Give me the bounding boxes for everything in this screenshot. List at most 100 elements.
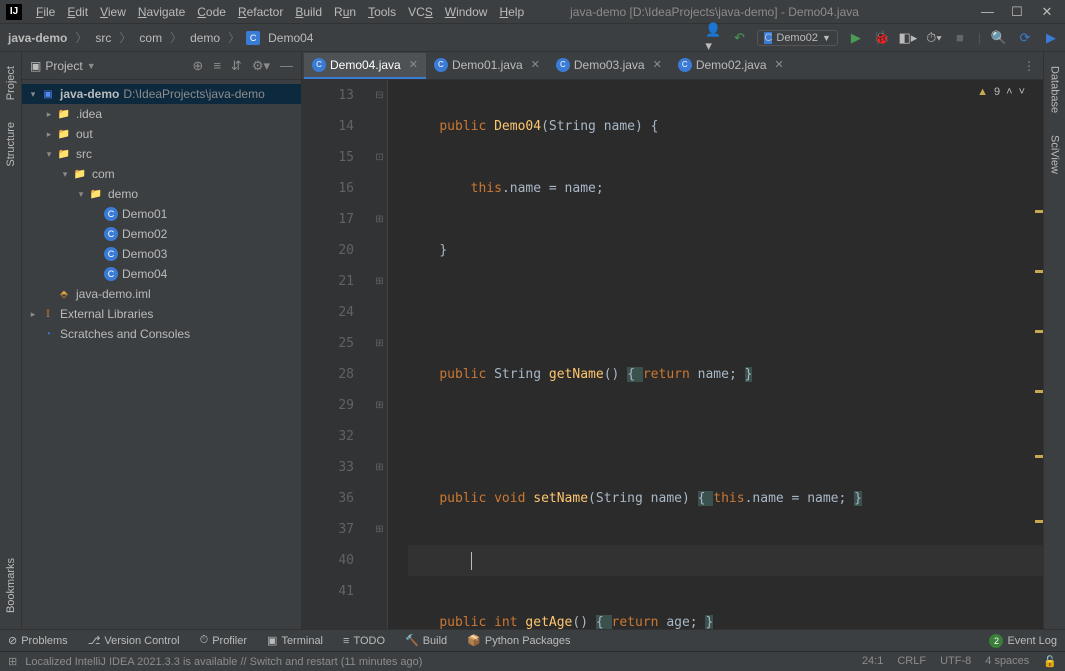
tree-scratches[interactable]: ◔Scratches and Consoles: [22, 324, 301, 344]
close-tab-icon[interactable]: ✕: [531, 58, 540, 71]
menu-edit[interactable]: Edit: [61, 5, 94, 19]
terminal-button[interactable]: ▣Terminal: [267, 634, 323, 647]
tree-class-demo02[interactable]: CDemo02: [22, 224, 301, 244]
maximize-icon[interactable]: ☐: [1011, 4, 1023, 20]
menu-navigate[interactable]: Navigate: [132, 5, 191, 19]
tree-external-libs[interactable]: ▸𝕀External Libraries: [22, 304, 301, 324]
project-tree[interactable]: ▾▣java-demoD:\IdeaProjects\java-demo ▸📁.…: [22, 80, 301, 629]
breadcrumb-demo[interactable]: demo: [188, 31, 222, 45]
settings-gear-icon[interactable]: ⚙▾: [252, 58, 270, 74]
close-icon[interactable]: ✕: [1041, 4, 1053, 20]
add-user-icon[interactable]: 👤▾: [705, 30, 721, 46]
collapse-all-icon[interactable]: ⇵: [231, 58, 242, 74]
menu-file[interactable]: File: [30, 5, 61, 19]
tab-demo02[interactable]: CDemo02.java✕: [670, 53, 792, 79]
line-number: 41: [302, 576, 354, 607]
breadcrumb-src[interactable]: src: [93, 31, 113, 45]
sync-icon[interactable]: ⟳: [1017, 30, 1033, 46]
menu-help[interactable]: Help: [493, 5, 530, 19]
close-tab-icon[interactable]: ✕: [409, 58, 418, 71]
tab-demo03[interactable]: CDemo03.java✕: [548, 53, 670, 79]
expand-all-icon[interactable]: ≡: [213, 58, 221, 74]
search-icon[interactable]: 🔍: [991, 30, 1007, 46]
line-gutter[interactable]: 13 14 15 16 17 20 21 24 25 28 29 32 33 3…: [302, 80, 372, 629]
line-number: 21: [302, 266, 354, 297]
indent-setting[interactable]: 4 spaces: [985, 655, 1029, 668]
database-tool-tab[interactable]: Database: [1047, 60, 1063, 119]
tree-src[interactable]: ▾📁src: [22, 144, 301, 164]
tree-root[interactable]: ▾▣java-demoD:\IdeaProjects\java-demo: [22, 84, 301, 104]
dropdown-icon[interactable]: ▼: [87, 61, 96, 71]
line-number: 20: [302, 235, 354, 266]
line-number: 28: [302, 359, 354, 390]
status-window-icon[interactable]: ⊞: [8, 655, 17, 668]
tree-com[interactable]: ▾📁com: [22, 164, 301, 184]
inspection-widget[interactable]: ▲ 9 ˄ ˅: [977, 86, 1025, 98]
class-icon: C: [104, 207, 118, 221]
run-icon[interactable]: ▶: [848, 30, 864, 46]
vcs-button[interactable]: ⎇Version Control: [88, 634, 180, 647]
caret-position[interactable]: 24:1: [862, 655, 883, 668]
breadcrumb-file[interactable]: Demo04: [266, 31, 315, 45]
sciview-tool-tab[interactable]: SciView: [1047, 129, 1063, 180]
tree-class-demo03[interactable]: CDemo03: [22, 244, 301, 264]
tree-class-demo01[interactable]: CDemo01: [22, 204, 301, 224]
bookmarks-tool-tab[interactable]: Bookmarks: [3, 552, 19, 619]
code-text[interactable]: public Demo04(String name) { this.name =…: [388, 80, 1043, 629]
tab-options-icon[interactable]: ⋮: [1023, 59, 1043, 73]
hide-panel-icon[interactable]: ―: [280, 58, 293, 74]
breadcrumb[interactable]: java-demo 〉 src 〉 com 〉 demo 〉 C Demo04: [6, 29, 315, 46]
menu-vcs[interactable]: VCS: [402, 5, 439, 19]
error-stripe[interactable]: [1035, 80, 1043, 629]
code-token: int: [494, 615, 525, 629]
chevron-up-icon[interactable]: ˄: [1006, 86, 1012, 98]
profiler-icon[interactable]: ⏱▾: [926, 30, 942, 46]
close-tab-icon[interactable]: ✕: [775, 58, 784, 71]
menu-build[interactable]: Build: [289, 5, 328, 19]
coverage-icon[interactable]: ◧▸: [900, 30, 916, 46]
right-tool-strip: Database SciView: [1043, 52, 1065, 629]
readonly-lock-icon[interactable]: 🔓: [1043, 655, 1057, 668]
menu-view[interactable]: View: [94, 5, 132, 19]
structure-tool-tab[interactable]: Structure: [3, 116, 19, 173]
run-config-select[interactable]: C Demo02 ▼: [757, 30, 837, 46]
profiler-button[interactable]: ⏱Profiler: [200, 634, 247, 647]
tree-class-demo04[interactable]: CDemo04: [22, 264, 301, 284]
stop-icon[interactable]: ■: [952, 30, 968, 46]
file-encoding[interactable]: UTF-8: [940, 655, 971, 668]
project-tool-tab[interactable]: Project: [3, 60, 19, 106]
tree-idea[interactable]: ▸📁.idea: [22, 104, 301, 124]
tree-iml[interactable]: ⬘java-demo.iml: [22, 284, 301, 304]
event-log-button[interactable]: 2Event Log: [989, 634, 1057, 648]
todo-button[interactable]: ≡TODO: [343, 635, 385, 647]
menu-tools[interactable]: Tools: [362, 5, 402, 19]
line-ending[interactable]: CRLF: [897, 655, 926, 668]
breadcrumb-com[interactable]: com: [137, 31, 164, 45]
breadcrumb-project[interactable]: java-demo: [6, 31, 69, 45]
code-token: public: [439, 367, 494, 382]
line-number: 14: [302, 111, 354, 142]
tab-demo04[interactable]: CDemo04.java✕: [304, 53, 426, 79]
menu-refactor[interactable]: Refactor: [232, 5, 289, 19]
tab-demo01[interactable]: CDemo01.java✕: [426, 53, 548, 79]
tree-out[interactable]: ▸📁out: [22, 124, 301, 144]
menu-run[interactable]: Run: [328, 5, 362, 19]
code-editor[interactable]: 13 14 15 16 17 20 21 24 25 28 29 32 33 3…: [302, 80, 1043, 629]
menu-code[interactable]: Code: [191, 5, 232, 19]
chevron-down-icon[interactable]: ˅: [1019, 86, 1025, 98]
build-hammer-icon[interactable]: ↶: [731, 30, 747, 46]
fold-gutter[interactable]: ⊟⊡ ⊞⊞ ⊞⊞ ⊞⊞: [372, 80, 388, 629]
debug-icon[interactable]: 🐞: [874, 30, 890, 46]
project-panel-header: ▣ Project ▼ ⊕ ≡ ⇵ ⚙▾ ―: [22, 52, 301, 80]
menu-window[interactable]: Window: [439, 5, 494, 19]
build-button[interactable]: 🔨Build: [405, 634, 447, 647]
minimize-icon[interactable]: ―: [981, 4, 993, 20]
project-panel-title[interactable]: Project: [45, 59, 82, 73]
close-tab-icon[interactable]: ✕: [653, 58, 662, 71]
select-opened-icon[interactable]: ⊕: [192, 58, 203, 74]
ide-update-icon[interactable]: ▶: [1043, 30, 1059, 46]
status-message[interactable]: Localized IntelliJ IDEA 2021.3.3 is avai…: [25, 656, 422, 668]
tree-demo[interactable]: ▾📁demo: [22, 184, 301, 204]
python-packages-button[interactable]: 📦Python Packages: [467, 634, 570, 647]
problems-button[interactable]: ⊘Problems: [8, 634, 68, 647]
